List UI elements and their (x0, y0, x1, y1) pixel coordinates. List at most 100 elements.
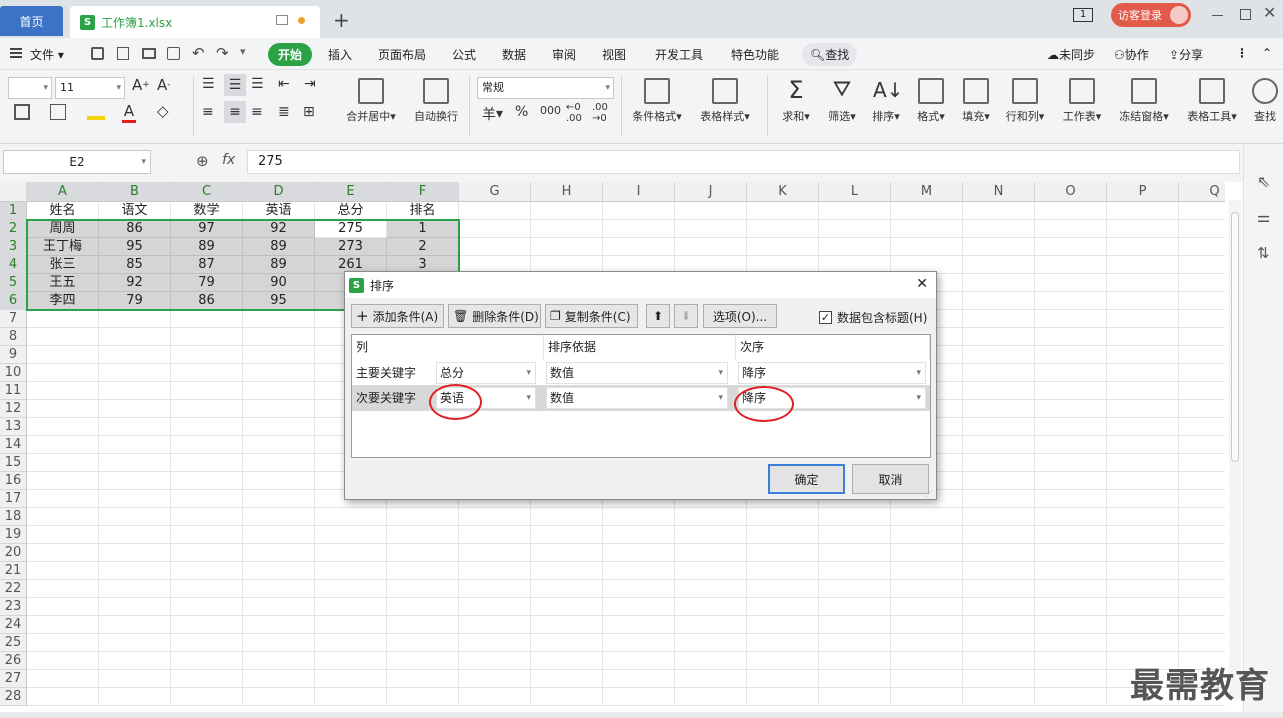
row-header-3[interactable]: 3 (0, 238, 27, 256)
cell-B12[interactable] (99, 400, 171, 418)
ok-button[interactable]: 确定 (768, 464, 845, 494)
row-header-7[interactable]: 7 (0, 310, 27, 328)
cell-P13[interactable] (1107, 418, 1179, 436)
cell-Q1[interactable] (1179, 202, 1225, 220)
cell-O11[interactable] (1035, 382, 1107, 400)
cancel-button[interactable]: 取消 (852, 464, 929, 494)
cell-A25[interactable] (27, 634, 99, 652)
cell-D6[interactable]: 95 (243, 292, 315, 310)
cell-C1[interactable]: 数学 (171, 202, 243, 220)
minimize-icon[interactable] (1212, 15, 1223, 16)
cell-O23[interactable] (1035, 598, 1107, 616)
cell-N23[interactable] (963, 598, 1035, 616)
cell-M27[interactable] (891, 670, 963, 688)
cell-D24[interactable] (243, 616, 315, 634)
cell-A13[interactable] (27, 418, 99, 436)
cell-E27[interactable] (315, 670, 387, 688)
cell-G24[interactable] (459, 616, 531, 634)
cell-H19[interactable] (531, 526, 603, 544)
cell-K3[interactable] (747, 238, 819, 256)
cell-C14[interactable] (171, 436, 243, 454)
cell-A9[interactable] (27, 346, 99, 364)
cell-F28[interactable] (387, 688, 459, 706)
cell-C26[interactable] (171, 652, 243, 670)
cell-C11[interactable] (171, 382, 243, 400)
cell-J18[interactable] (675, 508, 747, 526)
cell-C8[interactable] (171, 328, 243, 346)
cell-L25[interactable] (819, 634, 891, 652)
cell-Q8[interactable] (1179, 328, 1225, 346)
cell-B27[interactable] (99, 670, 171, 688)
cell-O1[interactable] (1035, 202, 1107, 220)
increase-decimal-icon[interactable]: ←0.00 (566, 102, 582, 124)
cell-M18[interactable] (891, 508, 963, 526)
cell-G26[interactable] (459, 652, 531, 670)
cell-P6[interactable] (1107, 292, 1179, 310)
cell-E24[interactable] (315, 616, 387, 634)
cell-B18[interactable] (99, 508, 171, 526)
cell-A20[interactable] (27, 544, 99, 562)
cell-M19[interactable] (891, 526, 963, 544)
cell-A5[interactable]: 王五 (27, 274, 99, 292)
cell-Q25[interactable] (1179, 634, 1225, 652)
row-header-5[interactable]: 5 (0, 274, 27, 292)
cell-D21[interactable] (243, 562, 315, 580)
cell-D28[interactable] (243, 688, 315, 706)
print-preview-icon[interactable] (167, 47, 180, 60)
cell-A15[interactable] (27, 454, 99, 472)
menu-view[interactable]: 视图 (602, 46, 626, 63)
cell-P9[interactable] (1107, 346, 1179, 364)
cell-C22[interactable] (171, 580, 243, 598)
fx-icon[interactable]: fx (222, 152, 235, 168)
cell-H24[interactable] (531, 616, 603, 634)
cell-J24[interactable] (675, 616, 747, 634)
cell-A14[interactable] (27, 436, 99, 454)
cell-N22[interactable] (963, 580, 1035, 598)
cell-B10[interactable] (99, 364, 171, 382)
cell-H1[interactable] (531, 202, 603, 220)
sync-button[interactable]: ☁未同步 (1047, 46, 1095, 63)
cell-I2[interactable] (603, 220, 675, 238)
number-format-select[interactable]: 常规 (477, 77, 614, 99)
cell-I20[interactable] (603, 544, 675, 562)
cell-K27[interactable] (747, 670, 819, 688)
cell-G28[interactable] (459, 688, 531, 706)
cell-D7[interactable] (243, 310, 315, 328)
cell-N9[interactable] (963, 346, 1035, 364)
row-header-9[interactable]: 9 (0, 346, 27, 364)
cell-L21[interactable] (819, 562, 891, 580)
column-header-K[interactable]: K (747, 182, 819, 202)
cell-L24[interactable] (819, 616, 891, 634)
tab-workbook[interactable]: S 工作簿1.xlsx (70, 6, 320, 38)
cell-B20[interactable] (99, 544, 171, 562)
cell-D27[interactable] (243, 670, 315, 688)
row-header-23[interactable]: 23 (0, 598, 27, 616)
column-header-D[interactable]: D (243, 182, 315, 202)
cell-C18[interactable] (171, 508, 243, 526)
cell-D16[interactable] (243, 472, 315, 490)
cell-H27[interactable] (531, 670, 603, 688)
cell-L20[interactable] (819, 544, 891, 562)
row-header-28[interactable]: 28 (0, 688, 27, 706)
column-header-E[interactable]: E (315, 182, 387, 202)
cell-G27[interactable] (459, 670, 531, 688)
cell-H2[interactable] (531, 220, 603, 238)
cell-D15[interactable] (243, 454, 315, 472)
options-button[interactable]: 选项(O)... (703, 304, 777, 328)
cell-K20[interactable] (747, 544, 819, 562)
cell-D18[interactable] (243, 508, 315, 526)
cell-O24[interactable] (1035, 616, 1107, 634)
cell-A2[interactable]: 周周 (27, 220, 99, 238)
cell-C6[interactable]: 86 (171, 292, 243, 310)
cell-P7[interactable] (1107, 310, 1179, 328)
cell-D23[interactable] (243, 598, 315, 616)
cell-N5[interactable] (963, 274, 1035, 292)
visitor-login-button[interactable]: 访客登录 (1111, 3, 1191, 27)
cell-O25[interactable] (1035, 634, 1107, 652)
cell-B1[interactable]: 语文 (99, 202, 171, 220)
cell-D19[interactable] (243, 526, 315, 544)
cell-P16[interactable] (1107, 472, 1179, 490)
cell-J3[interactable] (675, 238, 747, 256)
cell-N27[interactable] (963, 670, 1035, 688)
row-header-10[interactable]: 10 (0, 364, 27, 382)
